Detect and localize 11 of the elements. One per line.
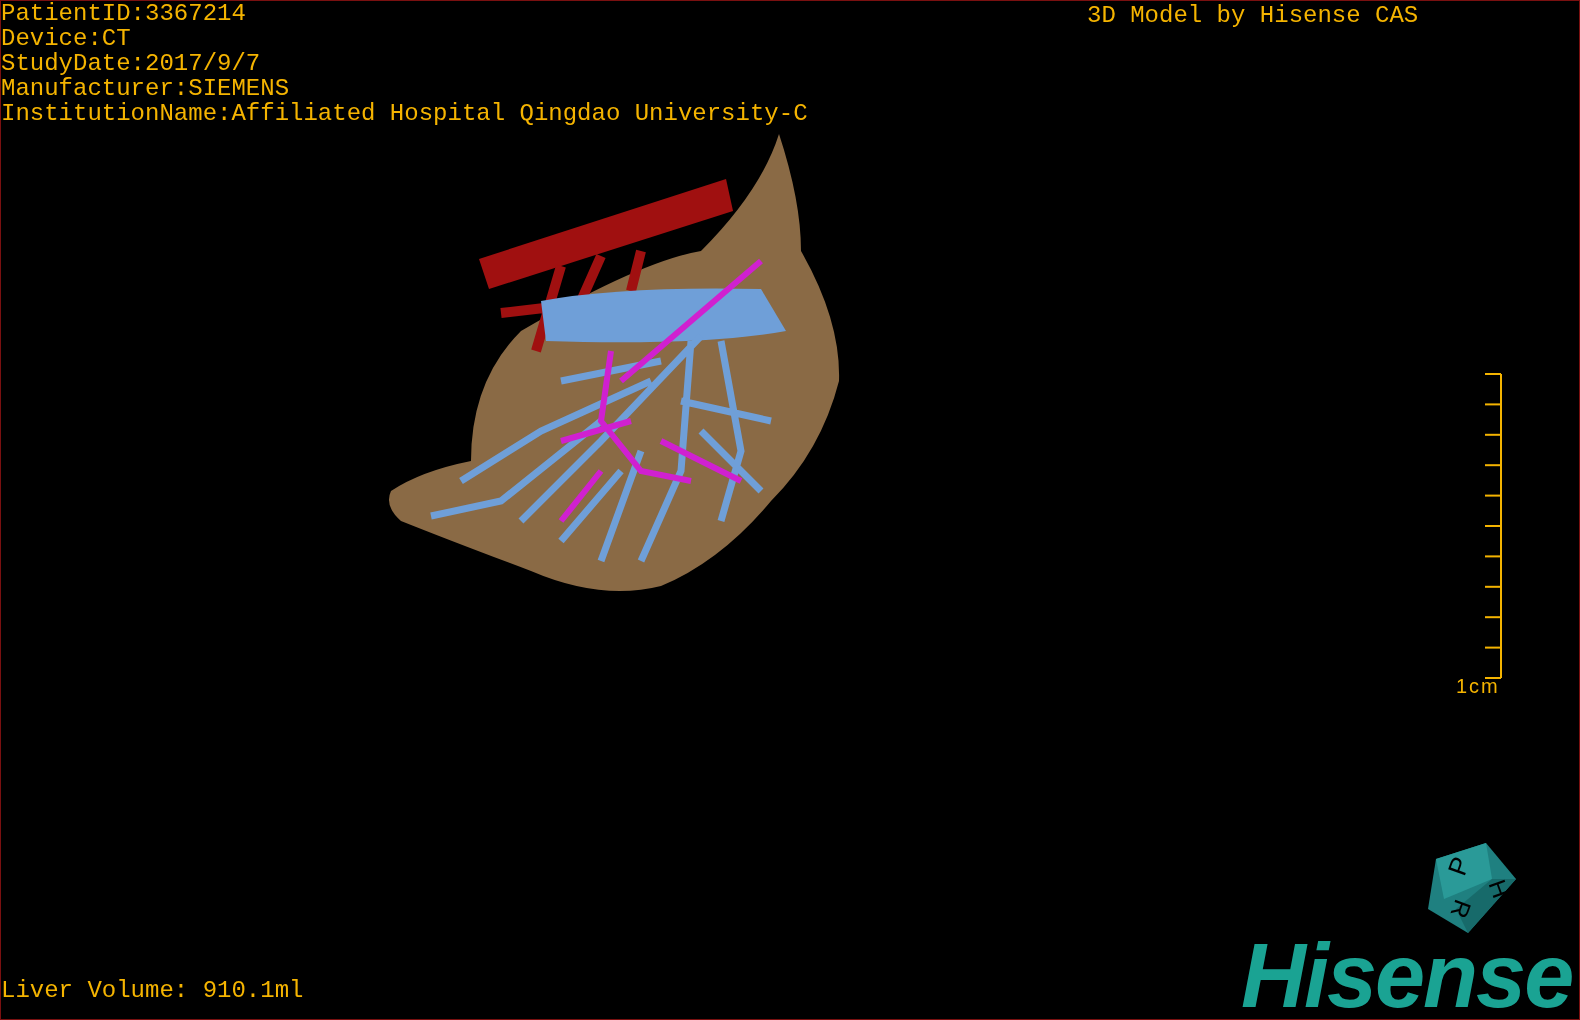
dicom-info-line: Manufacturer:SIEMENS <box>1 76 291 101</box>
cube-face-letter: R <box>1446 896 1475 922</box>
liver-volume-label: Liver Volume: 910.1ml <box>1 978 304 1004</box>
viewer-title: 3D Model by Hisense CAS <box>1087 3 1419 29</box>
dicom-info-line: InstitutionName:Affiliated Hospital Qingdao University-C <box>1 101 808 126</box>
dicom-info-line: StudyDate:2017/9/7 <box>1 51 262 76</box>
cube-face-letter: P <box>1443 853 1474 879</box>
brand-logo: Hisense <box>1241 941 1573 1011</box>
scale-label: 1cm <box>1456 674 1500 698</box>
dicom-info-line: Device:CT <box>1 26 132 51</box>
dicom-info-line: PatientID:3367214 <box>1 1 247 26</box>
